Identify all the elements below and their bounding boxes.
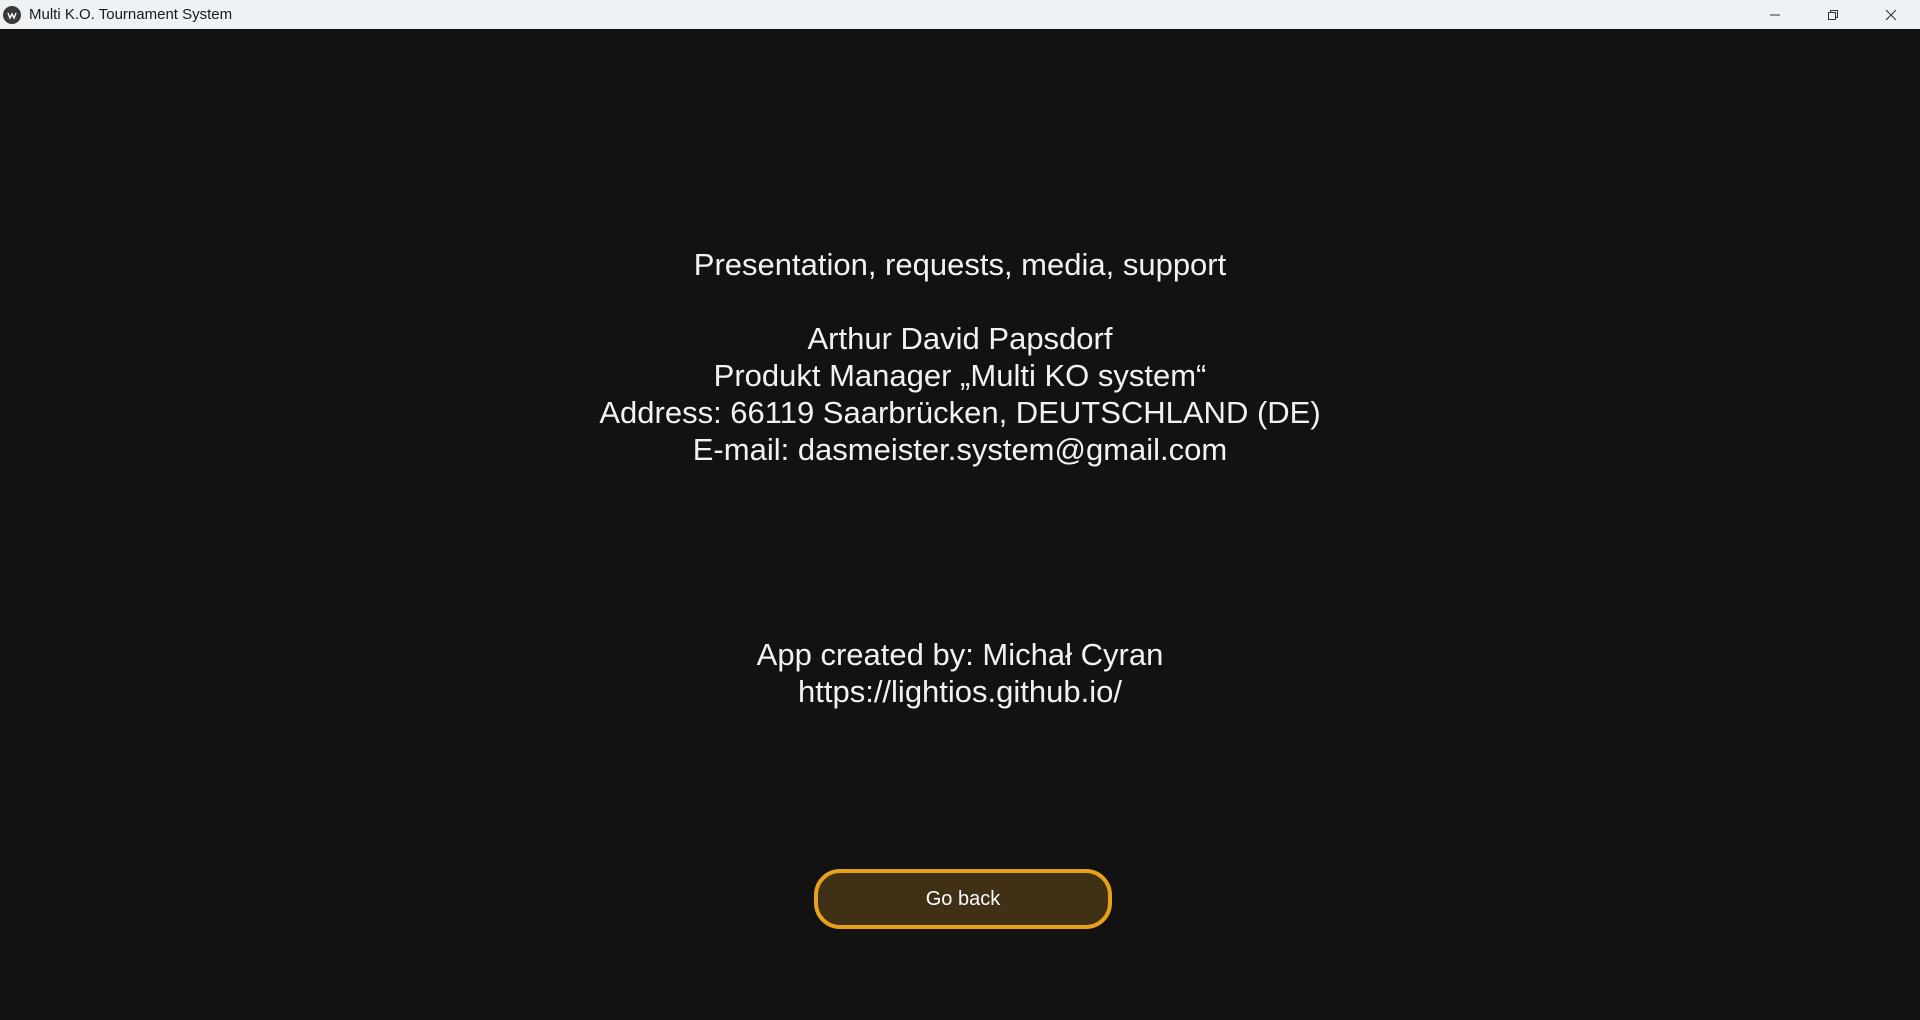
- go-back-button[interactable]: Go back: [814, 869, 1112, 929]
- title-bar: Multi K.O. Tournament System: [0, 0, 1920, 29]
- contact-email: E-mail: dasmeister.system@gmail.com: [692, 432, 1228, 467]
- restore-icon: [1828, 9, 1838, 20]
- window-controls: [1746, 0, 1920, 29]
- app-logo-icon: [3, 5, 21, 24]
- contact-name: Arthur David Papsdorf: [807, 321, 1113, 356]
- contact-role: Produkt Manager „Multi KO system“: [713, 358, 1207, 393]
- about-screen: Presentation, requests, media, support A…: [0, 29, 1920, 1020]
- close-icon: [1885, 9, 1897, 20]
- close-button[interactable]: [1862, 0, 1920, 29]
- restore-button[interactable]: [1804, 0, 1862, 29]
- minimize-icon: [1770, 14, 1780, 15]
- contact-heading: Presentation, requests, media, support: [693, 247, 1227, 282]
- credits-author: App created by: Michał Cyran: [756, 637, 1164, 672]
- minimize-button[interactable]: [1746, 0, 1804, 29]
- contact-address: Address: 66119 Saarbrücken, DEUTSCHLAND …: [599, 395, 1321, 430]
- window-title: Multi K.O. Tournament System: [29, 6, 233, 23]
- credits-url: https://lightios.github.io/: [798, 674, 1122, 709]
